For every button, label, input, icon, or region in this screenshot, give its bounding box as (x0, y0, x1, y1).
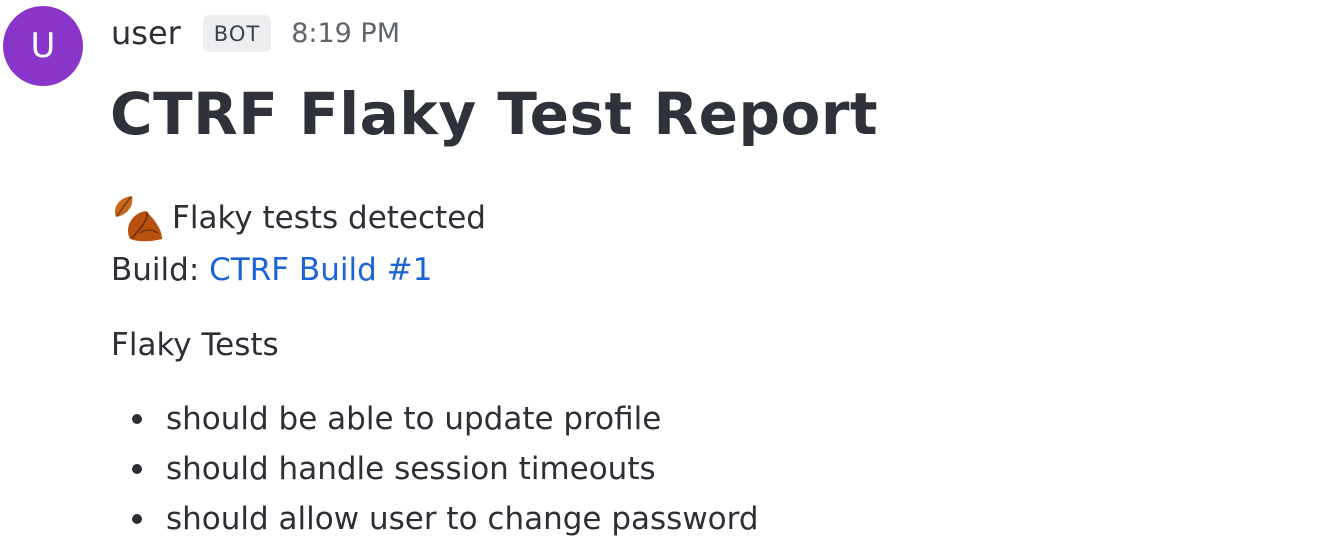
list-item: should allow user to change password (132, 494, 759, 544)
report-title: CTRF Flaky Test Report (110, 80, 879, 148)
flaky-test-list: should be able to update profile should … (132, 394, 759, 544)
test-name: should allow user to change password (166, 501, 759, 537)
fallen-leaf-icon (114, 196, 162, 242)
build-link[interactable]: CTRF Build #1 (209, 252, 432, 288)
message-header: user BOT 8:19 PM (111, 8, 400, 58)
list-item: should be able to update profile (132, 394, 759, 444)
test-name: should handle session timeouts (166, 451, 656, 487)
bullet-icon (132, 514, 142, 524)
avatar-initial: U (30, 26, 56, 66)
build-line: Build: CTRF Build #1 (111, 252, 432, 288)
test-name: should be able to update profile (166, 401, 662, 437)
flaky-tests-heading: Flaky Tests (111, 327, 279, 363)
bullet-icon (132, 464, 142, 474)
status-text: Flaky tests detected (172, 200, 486, 236)
bot-badge: BOT (202, 14, 272, 52)
status-line: Flaky tests detected (110, 193, 486, 243)
build-label: Build: (111, 252, 200, 288)
message-timestamp[interactable]: 8:19 PM (291, 18, 400, 49)
bullet-icon (132, 414, 142, 424)
username[interactable]: user (111, 14, 181, 52)
list-item: should handle session timeouts (132, 444, 759, 494)
avatar[interactable]: U (3, 6, 83, 86)
